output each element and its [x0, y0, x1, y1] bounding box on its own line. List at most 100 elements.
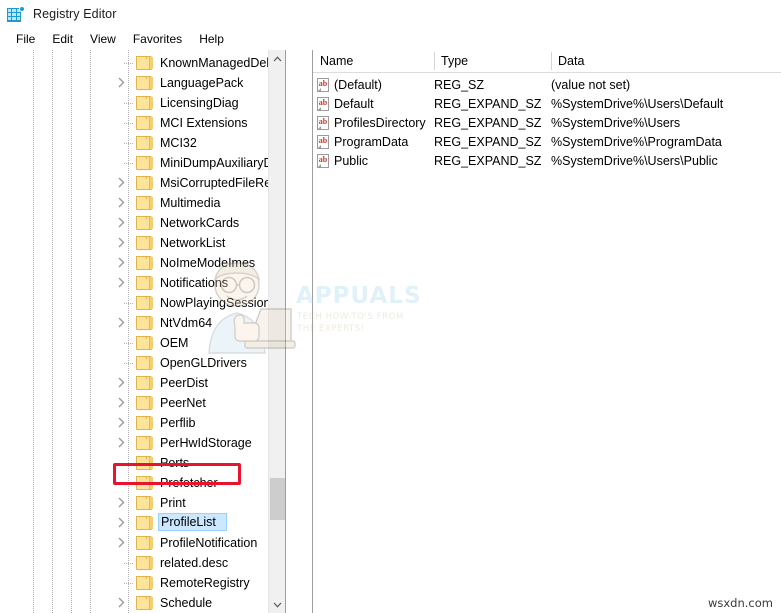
expand-chevron-icon[interactable] [118, 597, 130, 609]
tree-item-remoteregistry[interactable]: RemoteRegistry [0, 573, 285, 593]
expand-chevron-icon[interactable] [118, 437, 130, 449]
value-row[interactable]: ab (Default) REG_SZ (value not set) [313, 76, 781, 95]
tree-item-profilelist[interactable]: ProfileList [0, 513, 285, 533]
tree-item-ntvdm64[interactable]: NtVdm64 [0, 313, 285, 333]
tree-item-perhwidstorage[interactable]: PerHwIdStorage [0, 433, 285, 453]
pane-splitter[interactable] [285, 50, 313, 613]
value-row[interactable]: ab Default REG_EXPAND_SZ %SystemDrive%\User… [313, 95, 781, 114]
expand-chevron-icon[interactable] [118, 257, 130, 269]
tree-item-networkcards[interactable]: NetworkCards [0, 213, 285, 233]
tree-item-languagepack[interactable]: LanguagePack [0, 73, 285, 93]
column-header-name[interactable]: Name [313, 50, 434, 72]
value-row[interactable]: ab ProfilesDirectory REG_EXPAND_SZ %SystemD… [313, 114, 781, 133]
menu-item-view[interactable]: View [82, 30, 125, 48]
tree-item-related-desc[interactable]: related.desc [0, 553, 285, 573]
tree-item-oem[interactable]: OEM [0, 333, 285, 353]
tree-item-label: PerHwIdStorage [160, 436, 252, 450]
tree-connector [124, 483, 134, 484]
expand-chevron-icon[interactable] [118, 217, 130, 229]
scrollbar-thumb[interactable] [270, 478, 285, 520]
tree-item-licensingdiag[interactable]: LicensingDiag [0, 93, 285, 113]
registry-key-tree[interactable]: KnownManagedDebugg LanguagePack LicensingD… [0, 50, 285, 613]
expand-chevron-icon[interactable] [118, 417, 130, 429]
tree-item-ports[interactable]: Ports [0, 453, 285, 473]
tree-item-nowplayingsessionman[interactable]: NowPlayingSessionMan [0, 293, 285, 313]
string-value-icon: ab [317, 135, 330, 149]
string-value-icon: ab [317, 97, 330, 111]
expand-chevron-icon[interactable] [118, 277, 130, 289]
value-data: (value not set) [551, 78, 631, 92]
value-row[interactable]: ab ProgramData REG_EXPAND_SZ %SystemDrive%\… [313, 133, 781, 152]
folder-icon [136, 536, 153, 550]
folder-icon [136, 216, 153, 230]
tree-connector [124, 143, 134, 144]
value-row[interactable]: ab Public REG_EXPAND_SZ %SystemDrive%\Users… [313, 152, 781, 171]
tree-item-print[interactable]: Print [0, 493, 285, 513]
tree-item-label: OEM [160, 336, 189, 350]
value-name: Default [334, 97, 374, 111]
menu-item-help[interactable]: Help [191, 30, 233, 48]
tree-item-label: MiniDumpAuxiliaryDlls [160, 156, 285, 170]
tree-item-label: OpenGLDrivers [160, 356, 247, 370]
column-header-type[interactable]: Type [434, 50, 551, 72]
menu-item-favorites[interactable]: Favorites [125, 30, 191, 48]
expand-chevron-icon[interactable] [118, 77, 130, 89]
expand-chevron-icon[interactable] [118, 537, 130, 549]
folder-icon [136, 176, 153, 190]
tree-item-label: NetworkCards [160, 216, 240, 230]
tree-connector [124, 103, 134, 104]
menu-bar: File Edit View Favorites Help [0, 28, 781, 50]
tree-item-opengldrivers[interactable]: OpenGLDrivers [0, 353, 285, 373]
tree-item-knownmanageddebugg[interactable]: KnownManagedDebugg [0, 53, 285, 73]
tree-connector [124, 463, 134, 464]
tree-item-label: LicensingDiag [160, 96, 239, 110]
tree-item-msicorruptedfilerecove[interactable]: MsiCorruptedFileRecove [0, 173, 285, 193]
folder-icon [136, 56, 153, 70]
expand-chevron-icon[interactable] [118, 397, 130, 409]
folder-icon [136, 196, 153, 210]
tree-item-minidumpauxiliarydlls[interactable]: MiniDumpAuxiliaryDlls [0, 153, 285, 173]
expand-chevron-icon[interactable] [118, 197, 130, 209]
tree-item-peernet[interactable]: PeerNet [0, 393, 285, 413]
expand-chevron-icon[interactable] [118, 517, 130, 529]
tree-item-label: related.desc [160, 556, 229, 570]
tree-item-perflib[interactable]: Perflib [0, 413, 285, 433]
tree-connector [124, 583, 134, 584]
tree-item-label: NowPlayingSessionMan [160, 296, 285, 310]
tree-scrollbar[interactable] [268, 50, 285, 613]
folder-icon [136, 296, 153, 310]
menu-item-edit[interactable]: Edit [44, 30, 82, 48]
value-name: Public [334, 154, 369, 168]
registry-values-pane[interactable]: Name Type Data ab (Default) REG_SZ (value n… [313, 50, 781, 613]
value-data: %SystemDrive%\Users\Public [551, 154, 718, 168]
scroll-up-button[interactable] [269, 50, 285, 67]
tree-item-multimedia[interactable]: Multimedia [0, 193, 285, 213]
folder-icon [136, 336, 153, 350]
column-header-data[interactable]: Data [551, 50, 751, 72]
tree-item-label: Print [160, 496, 186, 510]
main-content: KnownManagedDebugg LanguagePack LicensingD… [0, 50, 781, 613]
tree-item-mci32[interactable]: MCI32 [0, 133, 285, 153]
tree-item-networklist[interactable]: NetworkList [0, 233, 285, 253]
tree-item-profilenotification[interactable]: ProfileNotification [0, 533, 285, 553]
tree-item-prefetcher[interactable]: Prefetcher [0, 473, 285, 493]
expand-chevron-icon[interactable] [118, 237, 130, 249]
tree-item-noimemodeimes[interactable]: NoImeModeImes [0, 253, 285, 273]
tree-item-schedule[interactable]: Schedule [0, 593, 285, 613]
expand-chevron-icon[interactable] [118, 497, 130, 509]
tree-connector [124, 303, 134, 304]
value-type: REG_SZ [434, 78, 485, 92]
expand-chevron-icon[interactable] [118, 177, 130, 189]
tree-item-mci-extensions[interactable]: MCI Extensions [0, 113, 285, 133]
tree-item-label: NoImeModeImes [160, 256, 256, 270]
tree-item-label: Multimedia [160, 196, 221, 210]
tree-item-peerdist[interactable]: PeerDist [0, 373, 285, 393]
string-value-icon: ab [317, 116, 330, 130]
expand-chevron-icon[interactable] [118, 317, 130, 329]
tree-item-label: Perflib [160, 416, 196, 430]
scroll-down-button[interactable] [269, 596, 285, 613]
menu-item-file[interactable]: File [8, 30, 44, 48]
tree-item-notifications[interactable]: Notifications [0, 273, 285, 293]
expand-chevron-icon[interactable] [118, 377, 130, 389]
folder-icon [136, 156, 153, 170]
